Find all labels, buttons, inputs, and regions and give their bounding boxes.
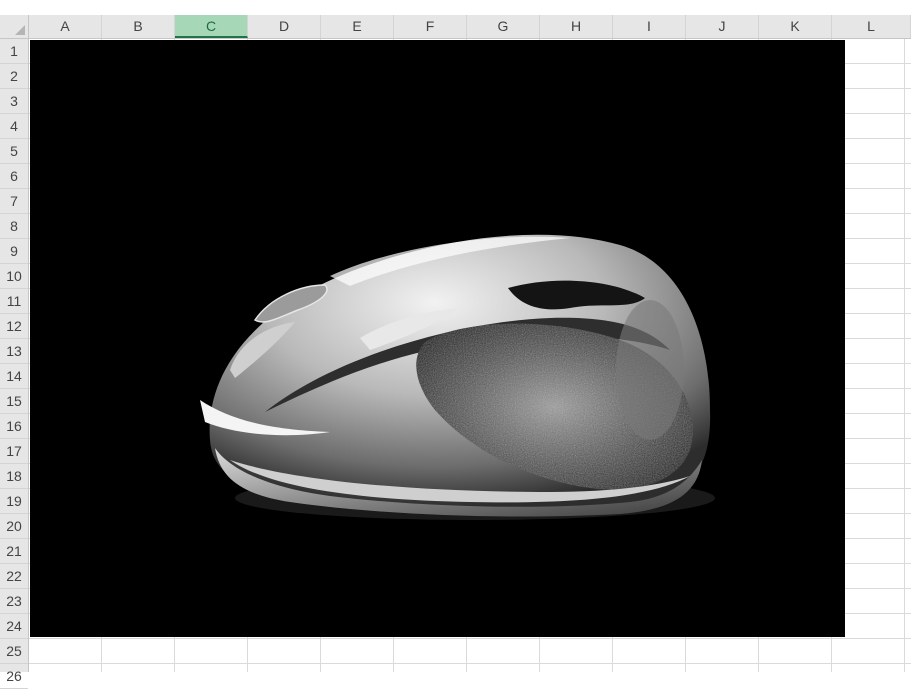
row-header-21[interactable]: 21 — [0, 539, 28, 564]
column-header-h[interactable]: H — [540, 15, 613, 38]
column-header-i[interactable]: I — [613, 15, 686, 38]
column-header-bar: A B C D E F G H I J K L — [29, 15, 911, 39]
column-header-b[interactable]: B — [102, 15, 175, 38]
row-header-26[interactable]: 26 — [0, 664, 28, 689]
row-header-17[interactable]: 17 — [0, 439, 28, 464]
column-header-d[interactable]: D — [248, 15, 321, 38]
row-header-15[interactable]: 15 — [0, 389, 28, 414]
row-header-7[interactable]: 7 — [0, 189, 28, 214]
column-header-k[interactable]: K — [759, 15, 832, 38]
mouse-image-icon — [200, 234, 715, 520]
row-header-16[interactable]: 16 — [0, 414, 28, 439]
select-all-triangle-icon — [15, 25, 25, 35]
embedded-image[interactable] — [30, 40, 845, 637]
row-header-bar: 1 2 3 4 5 6 7 8 9 10 11 12 13 14 15 16 1… — [0, 39, 29, 689]
column-header-a[interactable]: A — [29, 15, 102, 38]
row-header-12[interactable]: 12 — [0, 314, 28, 339]
column-header-l[interactable]: L — [832, 15, 911, 38]
row-header-2[interactable]: 2 — [0, 64, 28, 89]
column-header-c[interactable]: C — [175, 15, 248, 38]
column-header-j[interactable]: J — [686, 15, 759, 38]
select-all-corner[interactable] — [0, 15, 29, 39]
row-header-20[interactable]: 20 — [0, 514, 28, 539]
row-header-25[interactable]: 25 — [0, 639, 28, 664]
row-header-22[interactable]: 22 — [0, 564, 28, 589]
row-header-24[interactable]: 24 — [0, 614, 28, 639]
column-header-f[interactable]: F — [394, 15, 467, 38]
row-header-8[interactable]: 8 — [0, 214, 28, 239]
row-header-5[interactable]: 5 — [0, 139, 28, 164]
row-header-18[interactable]: 18 — [0, 464, 28, 489]
row-header-11[interactable]: 11 — [0, 289, 28, 314]
row-header-9[interactable]: 9 — [0, 239, 28, 264]
top-strip — [0, 0, 911, 15]
column-header-g[interactable]: G — [467, 15, 540, 38]
row-header-19[interactable]: 19 — [0, 489, 28, 514]
row-header-13[interactable]: 13 — [0, 339, 28, 364]
row-header-23[interactable]: 23 — [0, 589, 28, 614]
row-header-4[interactable]: 4 — [0, 114, 28, 139]
row-header-14[interactable]: 14 — [0, 364, 28, 389]
row-header-10[interactable]: 10 — [0, 264, 28, 289]
column-header-e[interactable]: E — [321, 15, 394, 38]
row-header-1[interactable]: 1 — [0, 39, 28, 64]
row-header-6[interactable]: 6 — [0, 164, 28, 189]
spreadsheet: A B C D E F G H I J K L 1 2 3 4 5 6 7 8 … — [0, 0, 911, 689]
row-header-3[interactable]: 3 — [0, 89, 28, 114]
